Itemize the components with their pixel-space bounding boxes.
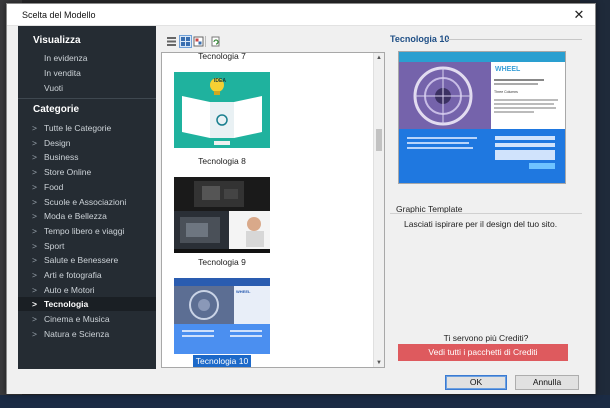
chevron-right-icon: >: [32, 181, 37, 192]
sidebar: Visualizza In evidenza In vendita Vuoti …: [18, 26, 156, 369]
preview-subheading: Three Columns: [494, 90, 518, 94]
sidebar-item-category[interactable]: > Food: [18, 180, 156, 194]
view-heading: Visualizza: [33, 35, 81, 46]
sidebar-item-label: Salute e Benessere: [44, 255, 119, 266]
sidebar-divider: [18, 98, 156, 99]
template-label: Tecnologia 9: [198, 257, 246, 267]
sidebar-item-category[interactable]: > Scuole e Associazioni: [18, 195, 156, 209]
list-scrollbar[interactable]: ▲ ▼: [373, 53, 384, 367]
sidebar-item-category[interactable]: > Natura e Scienza: [18, 327, 156, 341]
template-label: Tecnologia 7: [198, 52, 246, 61]
chevron-right-icon: >: [32, 137, 37, 148]
sidebar-item-label: Moda e Bellezza: [44, 211, 107, 222]
sidebar-item-category[interactable]: > Tutte le Categorie: [18, 121, 156, 135]
thumbnail-text: WHEEL: [236, 289, 251, 294]
sidebar-item-label: Store Online: [44, 167, 92, 178]
dialog-footer: OK Annulla: [7, 370, 595, 394]
ok-button[interactable]: OK: [445, 375, 507, 390]
chevron-right-icon: >: [32, 225, 37, 236]
sidebar-item-category[interactable]: > Auto e Motori: [18, 283, 156, 297]
preview-heading: WHEEL: [495, 66, 521, 73]
sidebar-item-label: Cinema e Musica: [44, 314, 110, 325]
chevron-right-icon: >: [32, 255, 37, 266]
sidebar-item-category[interactable]: > Sport: [18, 239, 156, 253]
sidebar-item-label: Arti e fotografia: [44, 270, 102, 280]
template-thumbnail-tecnologia-9[interactable]: [174, 177, 270, 253]
dialog-title: Scelta del Modello: [22, 10, 96, 20]
sidebar-item-category[interactable]: > Moda e Bellezza: [18, 209, 156, 223]
categories-heading: Categorie: [33, 104, 80, 115]
sidebar-item-featured[interactable]: In evidenza: [18, 51, 156, 65]
chevron-right-icon: >: [32, 196, 37, 207]
thumbnail-text: IDEA: [214, 78, 226, 84]
sidebar-item-category[interactable]: > Store Online: [18, 165, 156, 179]
sidebar-item-label: Design: [44, 137, 71, 148]
sidebar-item-empty[interactable]: Vuoti: [18, 81, 156, 95]
chevron-right-icon: >: [32, 152, 37, 163]
sidebar-item-category[interactable]: > Design: [18, 136, 156, 150]
chevron-right-icon: >: [32, 123, 37, 133]
title-bar: Scelta del Modello ✕: [7, 4, 595, 26]
template-preview: WHEEL Three Columns: [398, 51, 566, 184]
large-view-button[interactable]: [192, 35, 205, 48]
grid-view-icon: [181, 37, 190, 46]
chevron-right-icon: >: [32, 240, 37, 251]
sidebar-item-category[interactable]: > Cinema e Musica: [18, 312, 156, 326]
scroll-thumb[interactable]: [376, 129, 382, 151]
template-thumbnail-tecnologia-10[interactable]: WHEEL: [174, 278, 270, 354]
scroll-down-icon[interactable]: ▼: [374, 358, 384, 367]
chevron-right-icon: >: [32, 270, 37, 280]
close-icon[interactable]: ✕: [571, 7, 587, 23]
template-title: Tecnologia 10: [390, 34, 450, 44]
template-label: Tecnologia 8: [198, 156, 246, 166]
template-dialog: Scelta del Modello ✕ Visualizza In evide…: [6, 3, 596, 394]
sidebar-item-category[interactable]: > Tempo libero e viaggi: [18, 224, 156, 238]
sidebar-item-label: Food: [44, 181, 64, 192]
sidebar-item-label: Tutte le Categorie: [44, 123, 112, 133]
sidebar-item-label: Auto e Motori: [44, 284, 95, 295]
sidebar-item-category[interactable]: > Tecnologia: [18, 297, 156, 312]
taskbar: [0, 395, 610, 408]
chevron-right-icon: >: [32, 167, 37, 178]
list-view-button[interactable]: [165, 35, 178, 48]
sidebar-item-label: Business: [44, 152, 79, 163]
sidebar-item-label: Scuole e Associazioni: [44, 196, 127, 207]
chevron-right-icon: >: [32, 314, 37, 325]
template-list[interactable]: Tecnologia 7 IDEA Tecnologia 8 Tecnologi…: [161, 52, 385, 368]
buy-credits-button[interactable]: Vedi tutti i pacchetti di Crediti: [398, 344, 568, 361]
list-view-icon: [167, 37, 176, 46]
credits-question: Ti servono più Crediti?: [443, 333, 529, 343]
template-label-selected: Tecnologia 10: [174, 355, 270, 367]
sidebar-item-label: Tempo libero e viaggi: [44, 225, 125, 236]
chevron-right-icon: >: [32, 328, 37, 339]
chevron-right-icon: >: [32, 284, 37, 295]
sidebar-item-category[interactable]: > Salute e Benessere: [18, 253, 156, 267]
sidebar-item-label: Tecnologia: [44, 299, 89, 310]
chevron-right-icon: >: [32, 211, 37, 222]
sidebar-item-category[interactable]: > Arti e fotografia: [18, 268, 156, 282]
template-description: Lasciati ispirare per il design del tuo …: [404, 219, 558, 229]
cancel-button[interactable]: Annulla: [515, 375, 579, 390]
sidebar-item-category[interactable]: > Business: [18, 150, 156, 164]
chevron-right-icon: >: [32, 299, 37, 310]
grid-view-button[interactable]: [179, 35, 192, 48]
scroll-up-icon[interactable]: ▲: [374, 53, 384, 64]
large-view-icon: [193, 36, 204, 47]
template-thumbnail-tecnologia-8[interactable]: IDEA: [174, 72, 270, 148]
sidebar-item-label: Natura e Scienza: [44, 328, 110, 339]
refresh-button[interactable]: [209, 35, 222, 48]
refresh-icon: [211, 36, 220, 47]
sidebar-item-on-sale[interactable]: In vendita: [18, 66, 156, 80]
sidebar-item-label: Sport: [44, 240, 65, 251]
